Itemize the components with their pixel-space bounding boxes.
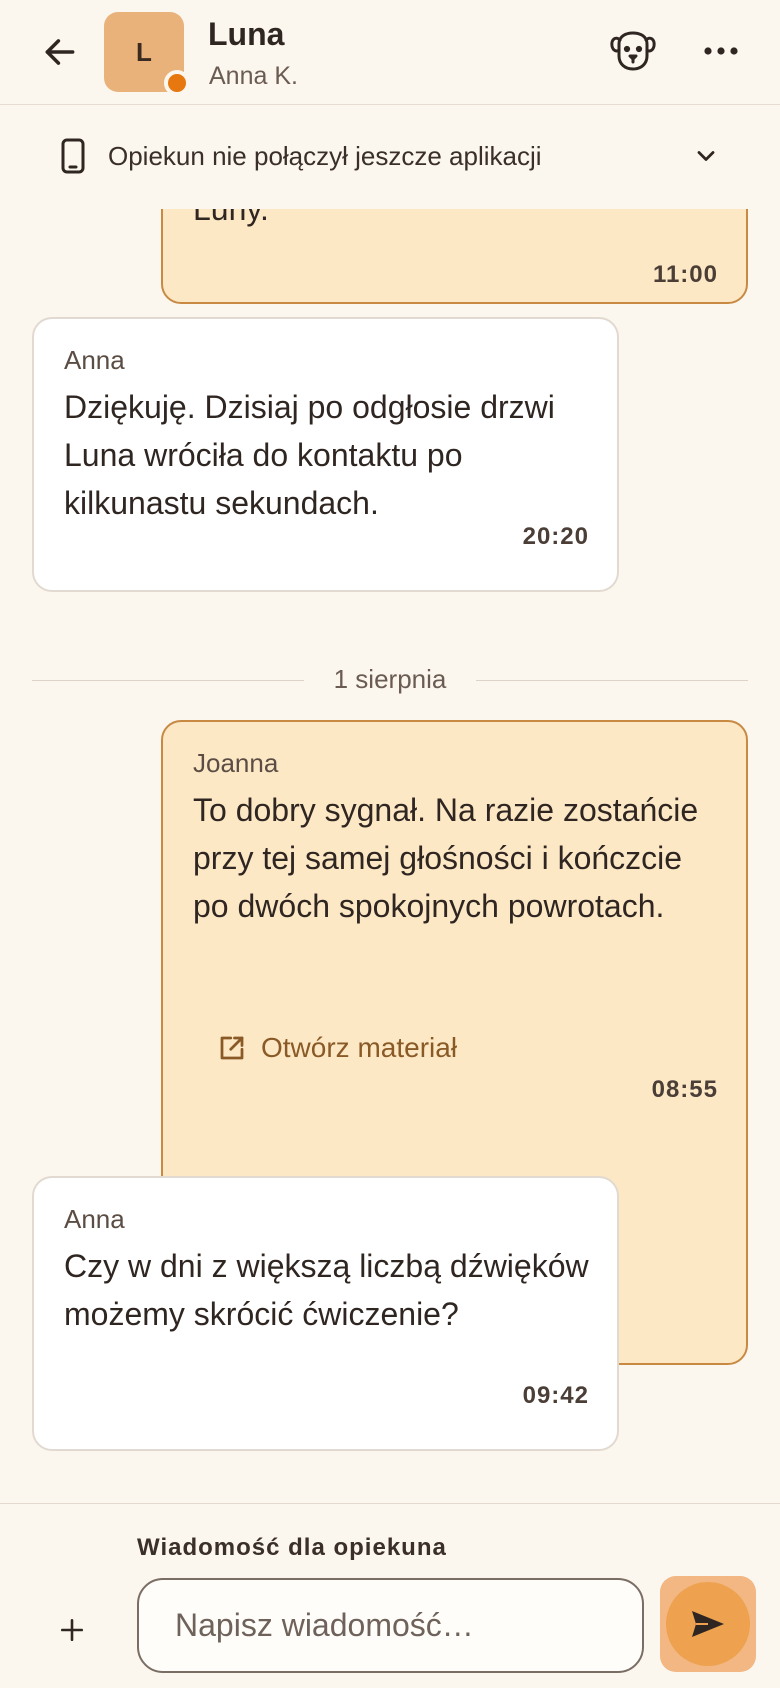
message-time: 20:20: [522, 523, 589, 550]
message-composer: Wiadomość dla opiekuna: [0, 1503, 780, 1688]
send-button[interactable]: [660, 1576, 756, 1672]
message-thread[interactable]: Luny. 11:00 Anna Dziękuję. Dzisiaj po od…: [0, 209, 780, 1503]
message-incoming[interactable]: Anna Czy w dni z większą liczbą dźwięków…: [32, 1176, 619, 1451]
composer-label: Wiadomość dla opiekuna: [137, 1534, 447, 1561]
message-input[interactable]: [137, 1578, 644, 1673]
arrow-left-icon: [45, 39, 75, 65]
message-incoming[interactable]: Anna Dziękuję. Dzisiaj po odgłosie drzwi…: [32, 317, 619, 592]
plus-icon: [60, 1618, 84, 1642]
back-button[interactable]: [36, 28, 84, 76]
chevron-down-icon[interactable]: [692, 142, 720, 170]
date-separator: 1 sierpnia: [32, 660, 748, 700]
chat-title: Luna: [208, 16, 285, 52]
add-attachment-button[interactable]: [50, 1608, 94, 1652]
chat-header: L Luna Anna K.: [0, 0, 780, 105]
status-dot: [164, 70, 190, 96]
dog-face-icon: [610, 31, 656, 71]
avatar-initial: L: [136, 36, 152, 67]
message-text: Czy w dni z większą liczbą dźwięków może…: [64, 1248, 589, 1332]
message-text: Dziękuję. Dzisiaj po odgłosie drzwi Luna…: [64, 389, 555, 521]
message-time: 11:00: [652, 261, 718, 288]
message-time: 09:42: [522, 1382, 589, 1409]
external-link-icon: [220, 1036, 244, 1060]
send-button-circle: [666, 1582, 750, 1666]
message-sender: Anna: [64, 1204, 125, 1234]
send-icon: [692, 1611, 724, 1637]
open-material-label: Otwórz materiał: [261, 1032, 458, 1063]
pet-profile-button[interactable]: [608, 26, 658, 76]
more-options-button[interactable]: [696, 26, 746, 76]
message-sender: Joanna: [193, 748, 279, 778]
banner-text: Opiekun nie połączył jeszcze aplikacji: [108, 141, 542, 171]
app-connection-banner[interactable]: Opiekun nie połączył jeszcze aplikacji: [0, 106, 780, 209]
open-material-link[interactable]: Otwórz materiał: [217, 1032, 457, 1064]
chat-subtitle: Anna K.: [209, 62, 298, 90]
more-horizontal-icon: [704, 47, 738, 55]
message-time: 08:55: [651, 1076, 718, 1103]
message-outgoing[interactable]: Luny. 11:00: [161, 209, 748, 304]
message-text: Luny.: [193, 209, 269, 227]
date-separator-label: 1 sierpnia: [333, 664, 447, 694]
message-text: To dobry sygnał. Na razie zostańcie przy…: [193, 792, 699, 924]
message-sender: Anna: [64, 345, 125, 375]
avatar[interactable]: L: [104, 12, 190, 96]
smartphone-icon: [61, 138, 85, 174]
